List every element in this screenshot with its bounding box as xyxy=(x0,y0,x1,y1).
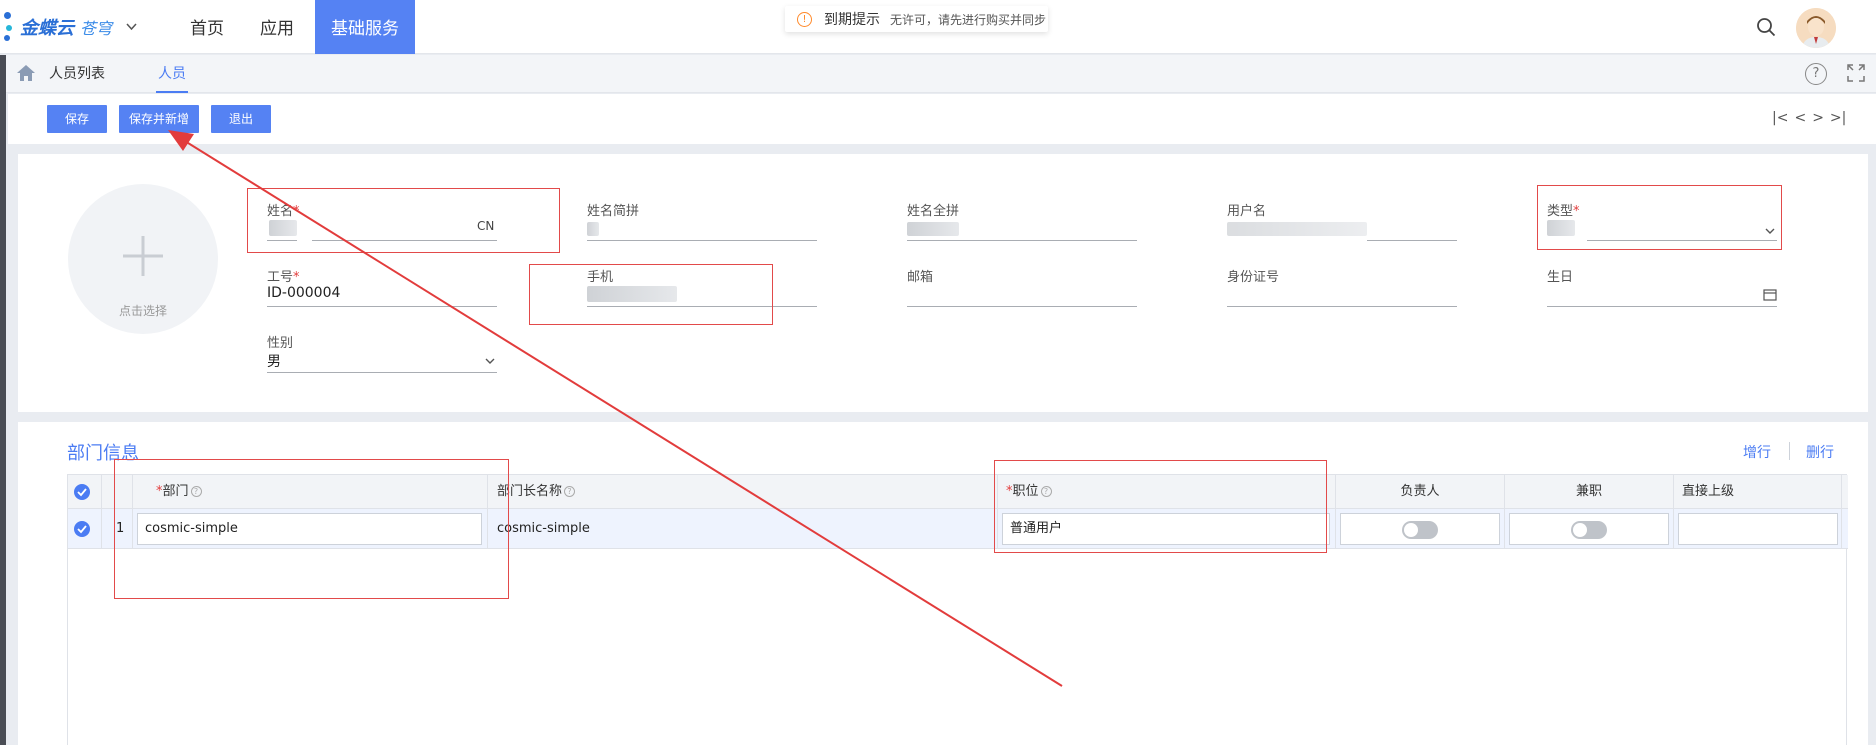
column-header-position[interactable]: *职位? xyxy=(1006,475,1052,509)
nav-basic-services[interactable]: 基础服务 xyxy=(315,0,415,54)
photo-upload-label: 点击选择 xyxy=(118,304,167,318)
nav-home[interactable]: 首页 xyxy=(172,0,242,54)
gender-label: 性别 xyxy=(267,336,294,351)
type-select[interactable]: 类型* xyxy=(1547,200,1777,242)
required-mark: * xyxy=(293,270,300,285)
position-input[interactable]: 普通用户 xyxy=(1002,513,1330,545)
job-number-label: 工号 xyxy=(267,270,294,285)
tab-person-list[interactable]: 人员列表 xyxy=(49,55,105,93)
action-toolbar: 保存 保存并新增 退出 |< < > >| xyxy=(8,94,1876,144)
fullscreen-icon[interactable] xyxy=(1846,63,1866,83)
nav-apps[interactable]: 应用 xyxy=(242,0,312,54)
birthday-label: 生日 xyxy=(1547,270,1574,285)
chevron-down-icon xyxy=(1765,228,1775,234)
next-record-button[interactable]: > xyxy=(1812,110,1824,126)
email-field[interactable]: 邮箱 xyxy=(907,266,1137,308)
delete-row-button[interactable]: 删行 xyxy=(1806,442,1834,462)
save-button[interactable]: 保存 xyxy=(47,105,107,133)
section-title: 部门信息 xyxy=(67,443,139,464)
photo-upload[interactable]: 点击选择 xyxy=(68,184,218,334)
row-checkbox[interactable] xyxy=(74,521,90,537)
column-header-superior[interactable]: 直接上级 xyxy=(1682,475,1734,509)
notice-title: 到期提示 xyxy=(824,12,880,28)
type-label: 类型 xyxy=(1547,204,1574,219)
mobile-field[interactable]: 手机 xyxy=(587,266,817,308)
name-full-label: 姓名全拼 xyxy=(907,204,960,219)
name-full-field[interactable]: 姓名全拼 xyxy=(907,200,1137,242)
gender-select[interactable]: 性别 男 xyxy=(267,332,497,374)
username-label: 用户名 xyxy=(1227,204,1267,219)
department-grid: *部门? 部门长名称? *职位? 负责人 兼职 直接上级 1 cosmic-si… xyxy=(67,474,1848,745)
warning-icon: ! xyxy=(797,11,812,27)
help-icon[interactable]: ? xyxy=(1805,63,1827,85)
birthday-field[interactable]: 生日 xyxy=(1547,266,1777,308)
home-icon[interactable] xyxy=(16,64,36,82)
breadcrumb-bar: 人员列表 人员 ? xyxy=(0,55,1876,93)
superior-input[interactable] xyxy=(1678,513,1838,545)
prev-record-button[interactable]: < xyxy=(1794,110,1806,126)
column-header-dept[interactable]: *部门? xyxy=(156,475,202,509)
top-navigation-bar: 金蝶云 苍穹 首页 应用 基础服务 ! 到期提示 无许可，请先进行购买并同步 xyxy=(0,0,1876,54)
column-header-manager[interactable]: 负责人 xyxy=(1336,475,1504,509)
tab-person[interactable]: 人员 xyxy=(156,55,188,93)
department-info-card: 部门信息 增行 删行 *部门? 部门长名称? *职位? 负责人 兼职 直接上级 xyxy=(18,422,1868,745)
table-row[interactable]: 1 cosmic-simple cosmic-simple 普通用户 xyxy=(68,509,1848,549)
user-avatar[interactable] xyxy=(1796,8,1836,48)
expiry-notice: ! 到期提示 无许可，请先进行购买并同步 xyxy=(785,6,1048,32)
job-number-field[interactable]: 工号* ID-000004 xyxy=(267,266,497,308)
person-form-card: 点击选择 姓名* CN 姓名简拼 姓名全拼 用户名 类型* 工号* ID-000… xyxy=(18,154,1868,412)
logo-brand: 金蝶云 xyxy=(20,18,74,39)
chevron-down-icon[interactable] xyxy=(126,20,137,34)
required-mark: * xyxy=(1573,204,1580,219)
first-record-button[interactable]: |< xyxy=(1772,110,1788,126)
name-abbr-field[interactable]: 姓名简拼 xyxy=(587,200,817,242)
add-row-button[interactable]: 增行 xyxy=(1743,442,1771,462)
job-number-value: ID-000004 xyxy=(267,285,341,301)
last-record-button[interactable]: >| xyxy=(1830,110,1846,126)
required-mark: * xyxy=(293,204,300,219)
search-icon[interactable] xyxy=(1756,17,1776,37)
plus-icon xyxy=(121,234,165,278)
id-card-field[interactable]: 身份证号 xyxy=(1227,266,1457,308)
select-all-checkbox[interactable] xyxy=(74,484,90,500)
gender-value: 男 xyxy=(267,354,281,370)
logo-dots-icon xyxy=(4,12,16,42)
logo-product: 苍穹 xyxy=(80,19,113,38)
name-field[interactable]: 姓名* CN xyxy=(267,200,497,242)
manager-toggle[interactable] xyxy=(1402,521,1438,539)
column-header-dept-long[interactable]: 部门长名称? xyxy=(497,475,576,509)
left-edge xyxy=(0,55,6,745)
notice-message: 无许可，请先进行购买并同步 xyxy=(890,12,1047,27)
calendar-icon[interactable] xyxy=(1763,289,1777,301)
exit-button[interactable]: 退出 xyxy=(211,105,271,133)
name-label: 姓名 xyxy=(267,204,294,219)
username-field[interactable]: 用户名 xyxy=(1227,200,1457,242)
record-pager: |< < > >| xyxy=(1772,110,1846,126)
name-abbr-label: 姓名简拼 xyxy=(587,204,640,219)
dept-input[interactable]: cosmic-simple xyxy=(137,513,482,545)
part-time-toggle[interactable] xyxy=(1571,521,1607,539)
row-index: 1 xyxy=(116,521,125,536)
email-label: 邮箱 xyxy=(907,270,934,285)
mobile-label: 手机 xyxy=(587,270,614,285)
grid-header: *部门? 部门长名称? *职位? 负责人 兼职 直接上级 xyxy=(68,475,1848,509)
save-and-new-button[interactable]: 保存并新增 xyxy=(119,105,199,133)
id-card-label: 身份证号 xyxy=(1227,270,1280,285)
dept-long-name: cosmic-simple xyxy=(497,521,590,536)
name-lang-suffix: CN xyxy=(477,219,495,233)
kingdee-logo[interactable]: 金蝶云 苍穹 xyxy=(4,12,137,42)
blurred-value xyxy=(269,220,297,236)
chevron-down-icon xyxy=(485,358,495,364)
column-header-part-time[interactable]: 兼职 xyxy=(1505,475,1673,509)
